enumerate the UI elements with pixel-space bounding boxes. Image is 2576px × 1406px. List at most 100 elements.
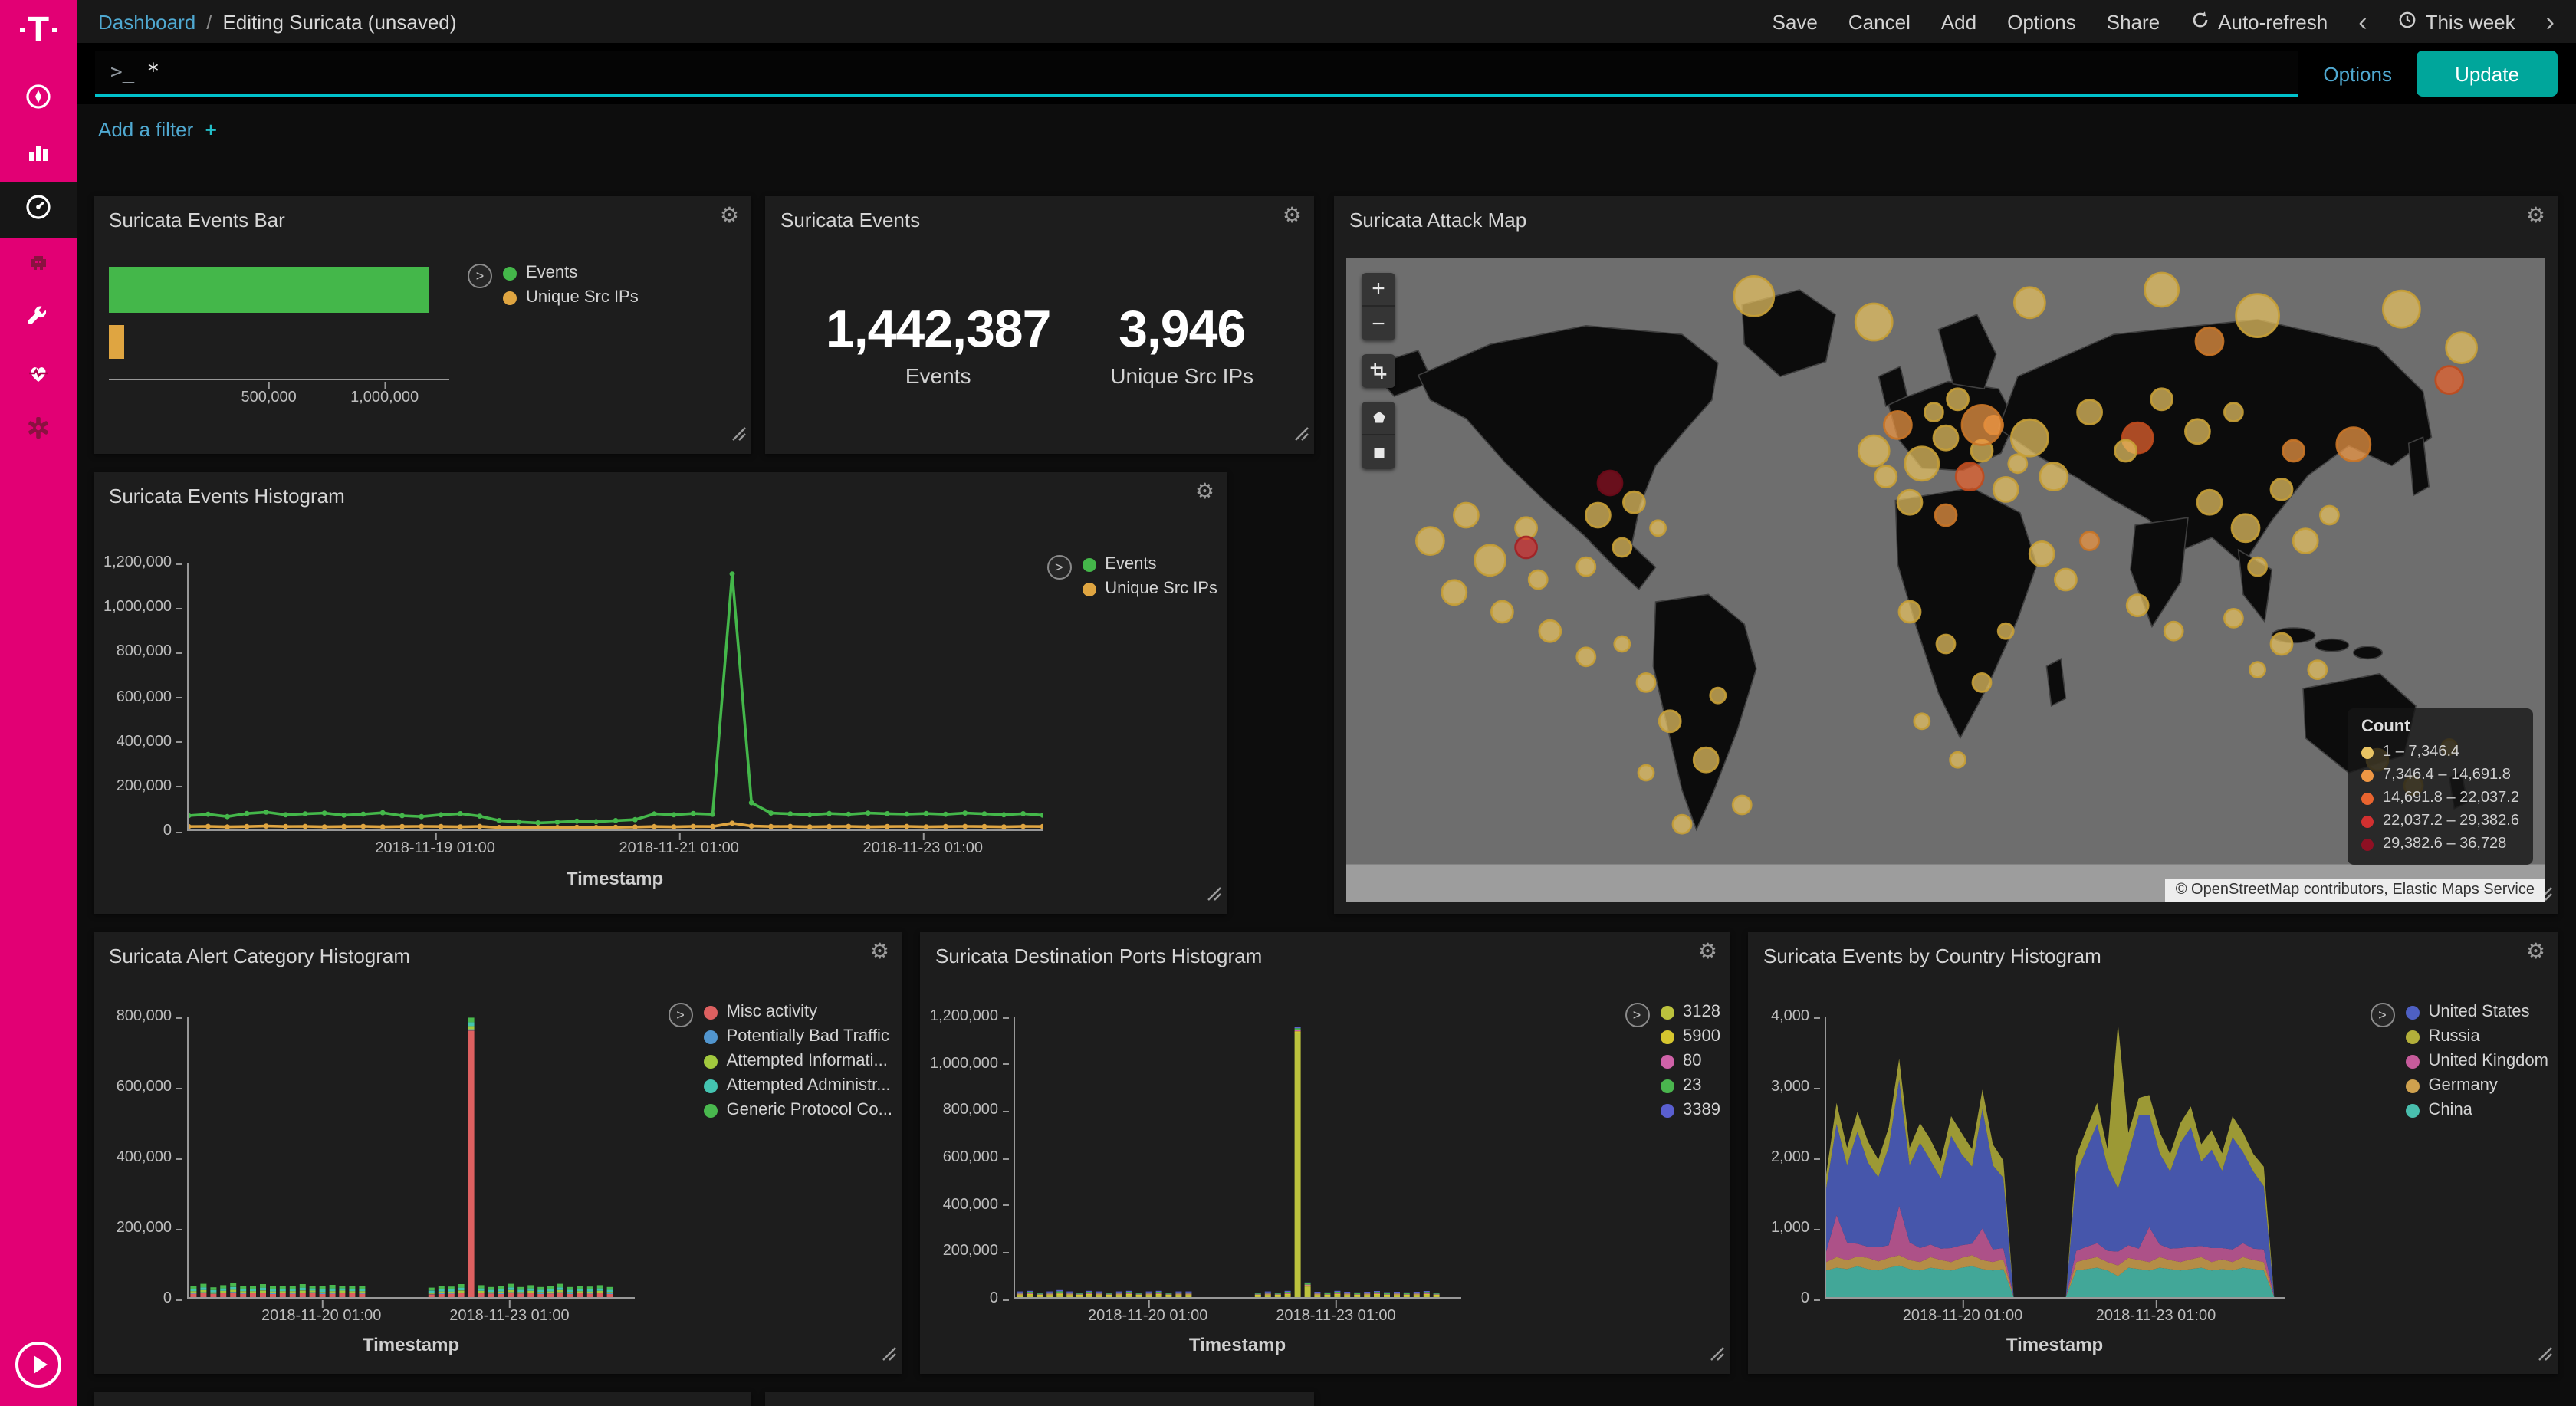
time-forward-chevron[interactable]: › xyxy=(2546,8,2555,34)
legend-toggle[interactable]: > xyxy=(2370,1003,2394,1027)
h-bar-series-0[interactable] xyxy=(109,267,429,313)
panel-gear-icon[interactable]: ⚙ xyxy=(2526,940,2545,961)
legend-item[interactable]: United States xyxy=(2405,1003,2548,1021)
events-bar-plot[interactable] xyxy=(109,258,449,380)
query-input[interactable] xyxy=(146,60,2283,84)
sidebar-item-app[interactable] xyxy=(0,238,77,293)
x-axis-label: 2018-11-19 01:00 xyxy=(375,840,495,857)
resize-handle[interactable] xyxy=(2538,1342,2553,1369)
y-axis-label: 800,000 xyxy=(117,1008,172,1025)
legend-toggle[interactable]: > xyxy=(468,264,492,288)
panel-gear-icon[interactable]: ⚙ xyxy=(870,940,889,961)
chart-svg xyxy=(1015,1017,1461,1297)
legend-range-label: 1 – 7,346.4 xyxy=(2383,741,2459,764)
chart-svg xyxy=(1826,1017,2285,1297)
legend-items: 3128 5900 80 23 3389 xyxy=(1660,1003,1720,1119)
telekom-logo[interactable]: T xyxy=(20,12,57,48)
legend-item[interactable]: 3389 xyxy=(1660,1101,1720,1119)
auto-refresh-button[interactable]: Auto-refresh xyxy=(2190,10,2328,33)
legend-label: Unique Src IPs xyxy=(526,288,639,307)
panel-destination-ports-histogram: Suricata Destination Ports Histogram ⚙ 0… xyxy=(920,932,1730,1374)
country-histogram-plot[interactable] xyxy=(1825,1017,2285,1299)
legend-item[interactable]: Russia xyxy=(2405,1027,2548,1046)
panel-gear-icon[interactable]: ⚙ xyxy=(720,204,739,225)
panel-title: Suricata Events Bar xyxy=(109,209,285,232)
sidebar-item-visualize[interactable] xyxy=(0,127,77,182)
sidebar-item-dev-tools[interactable] xyxy=(0,293,77,348)
legend-item[interactable]: 5900 xyxy=(1660,1027,1720,1046)
auto-refresh-label: Auto-refresh xyxy=(2218,10,2328,33)
resize-handle[interactable] xyxy=(882,1342,897,1369)
sidebar-item-management[interactable] xyxy=(0,403,77,458)
y-axis-label: 400,000 xyxy=(117,733,172,750)
legend-item[interactable]: 23 xyxy=(1660,1076,1720,1095)
refresh-icon xyxy=(2190,10,2209,33)
events-histogram-plot[interactable] xyxy=(187,563,1043,831)
panel-events-histogram: Suricata Events Histogram ⚙ 0200,000400,… xyxy=(94,472,1227,914)
legend-toggle[interactable]: > xyxy=(669,1003,693,1027)
legend-item[interactable]: Potentially Bad Traffic xyxy=(704,1027,892,1046)
query-options-link[interactable]: Options xyxy=(2323,62,2392,85)
legend-dot xyxy=(704,1103,718,1117)
topbar-action-button[interactable]: Save xyxy=(1773,10,1818,33)
resize-handle[interactable] xyxy=(731,422,747,449)
time-range-picker[interactable]: This week xyxy=(2398,10,2515,33)
legend-item[interactable]: Attempted Administr... xyxy=(704,1076,892,1095)
kibana-dashboard-app: T Dashboard / Editing Sur xyxy=(0,0,2576,1406)
draw-rectangle-button[interactable] xyxy=(1362,435,1395,469)
sidebar-item-dashboard[interactable] xyxy=(0,182,77,238)
x-axis: 2018-11-20 01:002018-11-23 01:00 xyxy=(1014,1302,1461,1326)
ports-histogram-plot[interactable] xyxy=(1014,1017,1461,1299)
map-attribution[interactable]: © OpenStreetMap contributors, Elastic Ma… xyxy=(2165,879,2545,902)
h-bar-series-1[interactable] xyxy=(109,325,124,359)
panel-gear-icon[interactable]: ⚙ xyxy=(2526,204,2545,225)
legend-item[interactable]: United Kingdom xyxy=(2405,1052,2548,1070)
zoom-out-button[interactable]: − xyxy=(1362,307,1395,340)
resize-handle[interactable] xyxy=(1710,1342,1725,1369)
legend-item[interactable]: Germany xyxy=(2405,1076,2548,1095)
legend-dot xyxy=(704,1054,718,1068)
sidebar-item-monitoring[interactable] xyxy=(0,348,77,403)
panel-gear-icon[interactable]: ⚙ xyxy=(1698,940,1717,961)
zoom-in-button[interactable]: + xyxy=(1362,273,1395,307)
add-filter-link[interactable]: Add a filter + xyxy=(98,117,217,140)
chart-svg xyxy=(189,563,1043,829)
time-back-chevron[interactable]: ‹ xyxy=(2358,8,2367,34)
alert-histogram-plot[interactable] xyxy=(187,1017,635,1299)
legend-item[interactable]: Unique Src IPs xyxy=(503,288,639,307)
topbar-action-button[interactable]: Cancel xyxy=(1848,10,1911,33)
panel-partial xyxy=(94,1392,751,1406)
breadcrumb-dashboard[interactable]: Dashboard xyxy=(98,10,196,33)
legend-item[interactable]: Events xyxy=(1082,555,1217,573)
play-button[interactable] xyxy=(15,1342,61,1388)
legend-label: 23 xyxy=(1683,1076,1702,1095)
sidebar-item-discover[interactable] xyxy=(0,72,77,127)
y-axis-label: 200,000 xyxy=(117,778,172,795)
resize-handle[interactable] xyxy=(1207,882,1222,909)
legend-item[interactable]: Events xyxy=(503,264,639,282)
legend-item[interactable]: 80 xyxy=(1660,1052,1720,1070)
legend-item[interactable]: Generic Protocol Co... xyxy=(704,1101,892,1119)
legend-item[interactable]: China xyxy=(2405,1101,2548,1119)
legend-item[interactable]: Unique Src IPs xyxy=(1082,580,1217,598)
legend-item[interactable]: Attempted Informati... xyxy=(704,1052,892,1070)
y-axis: 0200,000400,000600,000800,000 xyxy=(94,1017,184,1299)
panel-gear-icon[interactable]: ⚙ xyxy=(1283,204,1302,225)
draw-polygon-button[interactable] xyxy=(1362,402,1395,435)
x-axis-label: 2018-11-20 01:00 xyxy=(261,1308,381,1325)
legend-item[interactable]: 3128 xyxy=(1660,1003,1720,1021)
map-legend-row: 22,037.2 – 29,382.6 xyxy=(2361,810,2519,833)
legend-toggle[interactable]: > xyxy=(1046,555,1071,580)
topbar-action-button[interactable]: Share xyxy=(2107,10,2160,33)
world-map[interactable]: + − Count 1 – 7,346.47,346.4 – 14,691.81… xyxy=(1346,258,2545,902)
topbar-action-button[interactable]: Options xyxy=(2007,10,2076,33)
panel-gear-icon[interactable]: ⚙ xyxy=(1195,480,1214,501)
topbar-action-button[interactable]: Add xyxy=(1941,10,1976,33)
legend-item[interactable]: Misc activity xyxy=(704,1003,892,1021)
resize-handle[interactable] xyxy=(1294,422,1309,449)
fit-data-bounds-button[interactable] xyxy=(1362,354,1395,388)
y-axis-label: 200,000 xyxy=(943,1243,998,1260)
legend-toggle[interactable]: > xyxy=(1625,1003,1649,1027)
y-axis-label: 3,000 xyxy=(1771,1079,1809,1096)
update-button[interactable]: Update xyxy=(2417,51,2558,97)
